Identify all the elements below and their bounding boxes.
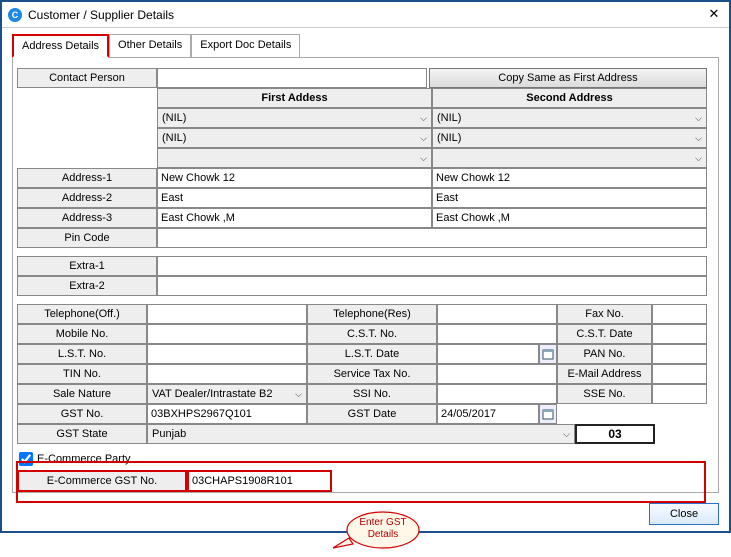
label-lst-date: L.S.T. Date	[307, 344, 437, 364]
input-contact-person[interactable]	[157, 68, 427, 88]
dropdown-second-1[interactable]: (NIL)⌵	[432, 108, 707, 128]
titlebar: C Customer / Supplier Details ✕	[2, 2, 729, 28]
label-ecom-gst-no: E-Commerce GST No.	[17, 470, 187, 492]
close-button[interactable]: Close	[649, 503, 719, 525]
state-code: 03	[575, 424, 655, 444]
app-icon: C	[8, 8, 22, 22]
label-address1: Address-1	[17, 168, 157, 188]
input-lst-no[interactable]	[147, 344, 307, 364]
chevron-down-icon: ⌵	[695, 113, 702, 124]
label-gst-date: GST Date	[307, 404, 437, 424]
checkbox-ecom-party[interactable]	[19, 452, 33, 466]
ecom-party-row: E-Commerce Party	[17, 452, 714, 466]
label-extra2: Extra-2	[17, 276, 157, 296]
dropdown-gst-state[interactable]: Punjab⌵	[147, 424, 575, 444]
input-fax[interactable]	[652, 304, 707, 324]
dropdown-first-3[interactable]: ⌵	[157, 148, 432, 168]
calendar-icon[interactable]	[539, 344, 557, 364]
input-gst-date[interactable]	[437, 404, 539, 424]
chevron-down-icon: ⌵	[420, 133, 427, 144]
input-pan[interactable]	[652, 344, 707, 364]
label-sse: SSE No.	[557, 384, 652, 404]
tab-other-details[interactable]: Other Details	[109, 34, 191, 58]
input-ecom-gst-no[interactable]	[187, 470, 332, 492]
dropdown-second-3[interactable]: ⌵	[432, 148, 707, 168]
label-email: E-Mail Address	[557, 364, 652, 384]
input-cst-date[interactable]	[652, 324, 707, 344]
input-extra1[interactable]	[157, 256, 707, 276]
input-address2-second[interactable]	[432, 188, 707, 208]
label-pan: PAN No.	[557, 344, 652, 364]
label-address3: Address-3	[17, 208, 157, 228]
label-gst-no: GST No.	[17, 404, 147, 424]
chevron-down-icon: ⌵	[695, 133, 702, 144]
input-address3-second[interactable]	[432, 208, 707, 228]
copy-same-button[interactable]: Copy Same as First Address	[429, 68, 707, 88]
input-extra2[interactable]	[157, 276, 707, 296]
calendar-icon[interactable]	[539, 404, 557, 424]
input-ssi[interactable]	[437, 384, 557, 404]
label-contact-person: Contact Person	[17, 68, 157, 88]
input-cst-no[interactable]	[437, 324, 557, 344]
content: Address Details Other Details Export Doc…	[2, 28, 729, 503]
label-sale-nature: Sale Nature	[17, 384, 147, 404]
label-address2: Address-2	[17, 188, 157, 208]
dropdown-sale-nature[interactable]: VAT Dealer/Intrastate B2⌵	[147, 384, 307, 404]
label-service-tax: Service Tax No.	[307, 364, 437, 384]
dropdown-first-1[interactable]: (NIL)⌵	[157, 108, 432, 128]
input-gst-no[interactable]	[147, 404, 307, 424]
chevron-down-icon: ⌵	[420, 113, 427, 124]
label-tin: TIN No.	[17, 364, 147, 384]
label-tel-res: Telephone(Res)	[307, 304, 437, 324]
input-address1-second[interactable]	[432, 168, 707, 188]
header-second-address: Second Address	[432, 88, 707, 108]
chevron-down-icon: ⌵	[420, 153, 427, 164]
input-lst-date[interactable]	[437, 344, 539, 364]
input-mobile[interactable]	[147, 324, 307, 344]
input-address1-first[interactable]	[157, 168, 432, 188]
input-address3-first[interactable]	[157, 208, 432, 228]
input-tin[interactable]	[147, 364, 307, 384]
input-email[interactable]	[652, 364, 707, 384]
window-title: Customer / Supplier Details	[28, 8, 705, 22]
tab-export-doc-details[interactable]: Export Doc Details	[191, 34, 300, 58]
input-sse[interactable]	[652, 384, 707, 404]
label-pincode: Pin Code	[17, 228, 157, 248]
dropdown-first-2[interactable]: (NIL)⌵	[157, 128, 432, 148]
input-tel-res[interactable]	[437, 304, 557, 324]
chevron-down-icon: ⌵	[295, 389, 302, 400]
label-ecom-party: E-Commerce Party	[37, 453, 131, 465]
tab-panel: Contact Person Copy Same as First Addres…	[12, 57, 719, 493]
label-tel-off: Telephone(Off.)	[17, 304, 147, 324]
label-lst-no: L.S.T. No.	[17, 344, 147, 364]
tabs: Address Details Other Details Export Doc…	[12, 34, 719, 58]
label-extra1: Extra-1	[17, 256, 157, 276]
input-address2-first[interactable]	[157, 188, 432, 208]
input-pincode[interactable]	[157, 228, 707, 248]
label-gst-state: GST State	[17, 424, 147, 444]
header-first-address: First Addess	[157, 88, 432, 108]
label-cst-date: C.S.T. Date	[557, 324, 652, 344]
chevron-down-icon: ⌵	[563, 429, 570, 440]
label-mobile: Mobile No.	[17, 324, 147, 344]
callout-enter-gst: Enter GSTDetails	[333, 510, 423, 557]
chevron-down-icon: ⌵	[695, 153, 702, 164]
label-ssi: SSI No.	[307, 384, 437, 404]
footer: Close	[649, 503, 719, 525]
close-icon[interactable]: ✕	[705, 6, 723, 24]
input-service-tax[interactable]	[437, 364, 557, 384]
label-fax: Fax No.	[557, 304, 652, 324]
dropdown-second-2[interactable]: (NIL)⌵	[432, 128, 707, 148]
window: C Customer / Supplier Details ✕ Address …	[0, 0, 731, 533]
tab-address-details[interactable]: Address Details	[12, 34, 109, 58]
label-cst-no: C.S.T. No.	[307, 324, 437, 344]
input-tel-off[interactable]	[147, 304, 307, 324]
